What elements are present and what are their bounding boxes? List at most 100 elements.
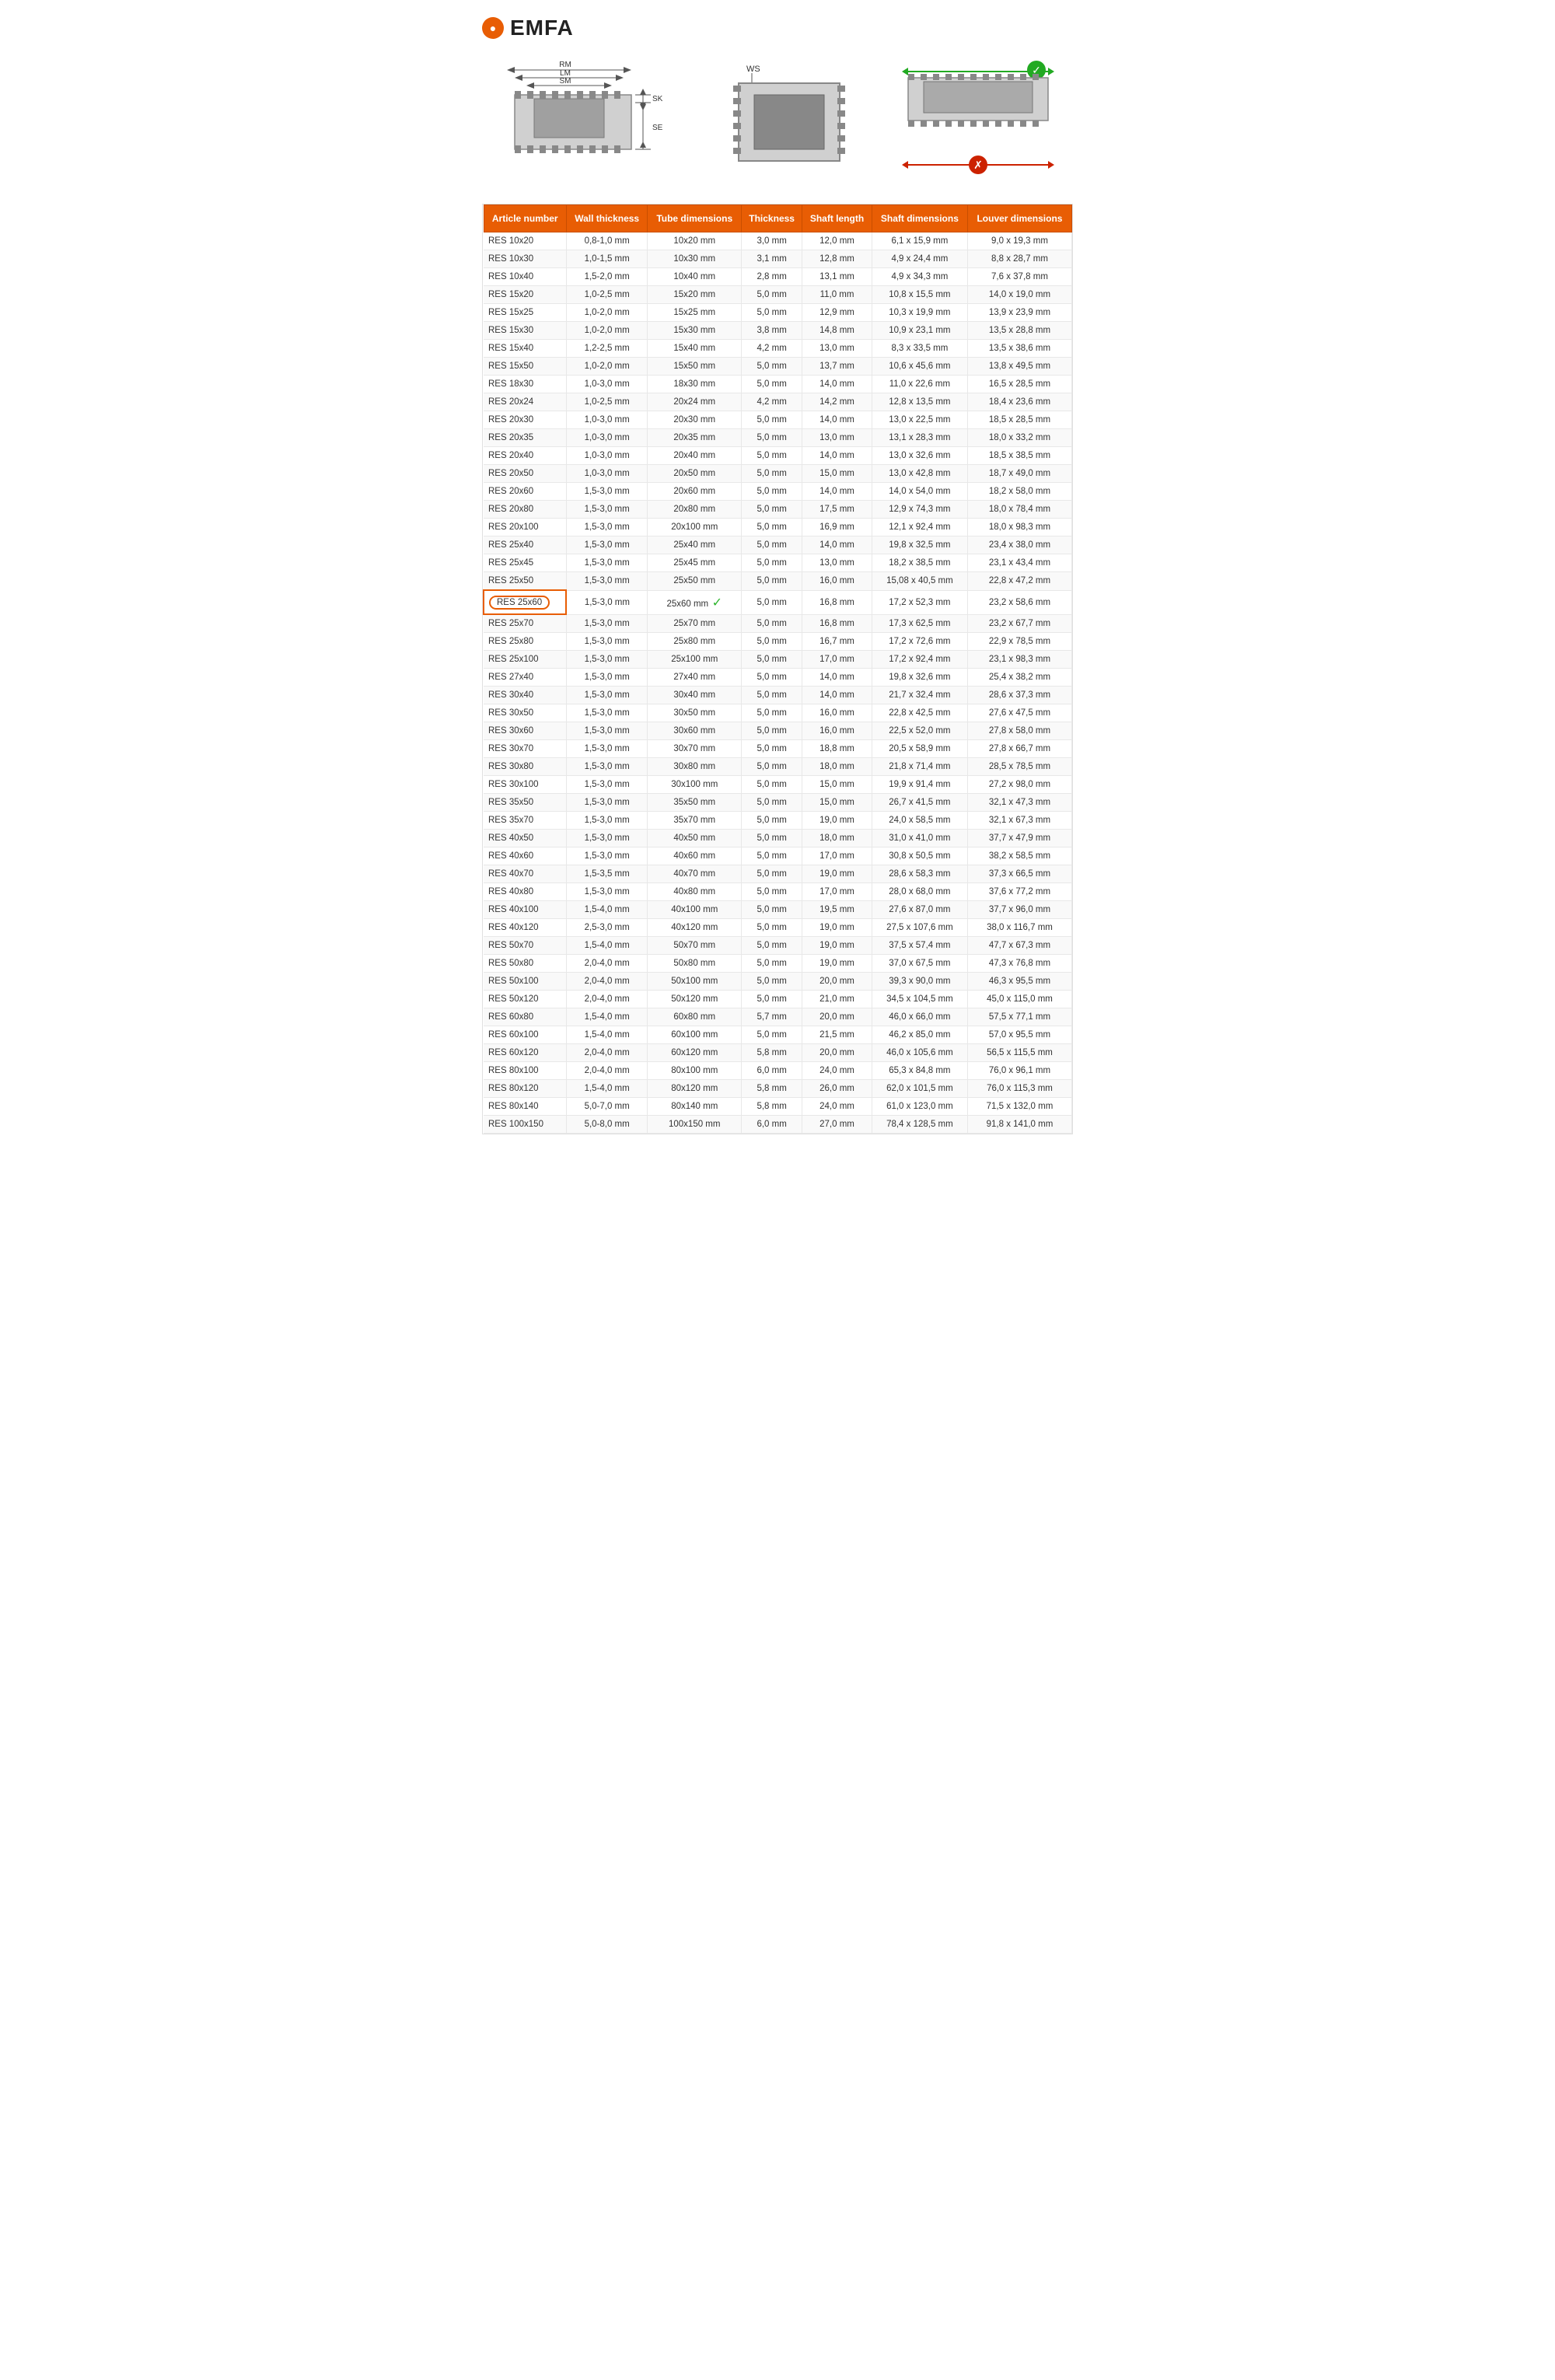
table-row: RES 15x201,0-2,5 mm15x20 mm5,0 mm11,0 mm…	[484, 286, 1072, 304]
table-cell: RES 30x100	[484, 776, 566, 794]
table-cell: 2,0-4,0 mm	[566, 1044, 647, 1062]
table-row: RES 20x1001,5-3,0 mm20x100 mm5,0 mm16,9 …	[484, 519, 1072, 536]
table-cell: 12,9 x 74,3 mm	[872, 501, 967, 519]
table-cell: 1,5-3,0 mm	[566, 519, 647, 536]
table-cell: 5,0 mm	[742, 614, 802, 633]
table-cell: 17,0 mm	[802, 848, 872, 865]
table-row: RES 25x701,5-3,0 mm25x70 mm5,0 mm16,8 mm…	[484, 614, 1072, 633]
table-row: RES 15x501,0-2,0 mm15x50 mm5,0 mm13,7 mm…	[484, 358, 1072, 376]
table-cell: 19,0 mm	[802, 919, 872, 937]
table-cell: 25x45 mm	[648, 554, 742, 572]
table-cell: 1,0-3,0 mm	[566, 447, 647, 465]
table-cell: RES 60x80	[484, 1008, 566, 1026]
table-cell: 20x50 mm	[648, 465, 742, 483]
table-cell: 40x100 mm	[648, 901, 742, 919]
table-cell: 21,0 mm	[802, 991, 872, 1008]
table-row: RES 10x301,0-1,5 mm10x30 mm3,1 mm12,8 mm…	[484, 250, 1072, 268]
table-cell: 45,0 x 115,0 mm	[967, 991, 1071, 1008]
table-row: RES 80x1002,0-4,0 mm80x100 mm6,0 mm24,0 …	[484, 1062, 1072, 1080]
table-cell: 40x50 mm	[648, 830, 742, 848]
table-cell: 16,0 mm	[802, 572, 872, 591]
table-cell: 1,0-2,5 mm	[566, 393, 647, 411]
table-cell: 9,0 x 19,3 mm	[967, 232, 1071, 250]
table-cell: 8,8 x 28,7 mm	[967, 250, 1071, 268]
table-cell: 25,4 x 38,2 mm	[967, 669, 1071, 687]
table-cell: 5,8 mm	[742, 1098, 802, 1116]
table-cell: 27,6 x 47,5 mm	[967, 704, 1071, 722]
table-cell: 18,7 x 49,0 mm	[967, 465, 1071, 483]
table-row: RES 18x301,0-3,0 mm18x30 mm5,0 mm14,0 mm…	[484, 376, 1072, 393]
table-cell: 1,0-2,5 mm	[566, 286, 647, 304]
table-cell: 5,0 mm	[742, 973, 802, 991]
table-cell: 5,8 mm	[742, 1080, 802, 1098]
table-cell: 57,5 x 77,1 mm	[967, 1008, 1071, 1026]
table-cell: 5,0 mm	[742, 722, 802, 740]
table-cell: RES 27x40	[484, 669, 566, 687]
table-row: RES 60x801,5-4,0 mm60x80 mm5,7 mm20,0 mm…	[484, 1008, 1072, 1026]
table-cell: 30x60 mm	[648, 722, 742, 740]
table-cell: 4,2 mm	[742, 340, 802, 358]
table-cell: 23,2 x 67,7 mm	[967, 614, 1071, 633]
table-cell: RES 25x80	[484, 633, 566, 651]
table-cell: 39,3 x 90,0 mm	[872, 973, 967, 991]
table-cell: 2,0-4,0 mm	[566, 1062, 647, 1080]
table-cell: 1,5-3,0 mm	[566, 830, 647, 848]
table-cell: 20x24 mm	[648, 393, 742, 411]
table-cell: 47,3 x 76,8 mm	[967, 955, 1071, 973]
table-cell: 71,5 x 132,0 mm	[967, 1098, 1071, 1116]
table-cell: RES 40x50	[484, 830, 566, 848]
table-cell: 28,0 x 68,0 mm	[872, 883, 967, 901]
table-row: RES 20x801,5-3,0 mm20x80 mm5,0 mm17,5 mm…	[484, 501, 1072, 519]
table-cell: RES 20x60	[484, 483, 566, 501]
table-cell: RES 35x70	[484, 812, 566, 830]
table-cell: 17,0 mm	[802, 883, 872, 901]
table-cell: 65,3 x 84,8 mm	[872, 1062, 967, 1080]
table-cell: 25x50 mm	[648, 572, 742, 591]
table-cell: 26,7 x 41,5 mm	[872, 794, 967, 812]
table-cell: 80x100 mm	[648, 1062, 742, 1080]
table-row: RES 40x1202,5-3,0 mm40x120 mm5,0 mm19,0 …	[484, 919, 1072, 937]
table-cell: 23,1 x 43,4 mm	[967, 554, 1071, 572]
table-row: RES 25x401,5-3,0 mm25x40 mm5,0 mm14,0 mm…	[484, 536, 1072, 554]
table-cell: 14,0 mm	[802, 411, 872, 429]
table-cell: 13,7 mm	[802, 358, 872, 376]
table-row: RES 50x1002,0-4,0 mm50x100 mm5,0 mm20,0 …	[484, 973, 1072, 991]
table-cell: 46,0 x 66,0 mm	[872, 1008, 967, 1026]
table-cell: 13,0 x 22,5 mm	[872, 411, 967, 429]
table-cell: 22,9 x 78,5 mm	[967, 633, 1071, 651]
table-cell: 19,9 x 91,4 mm	[872, 776, 967, 794]
table-cell: 13,0 mm	[802, 554, 872, 572]
table-cell: 1,5-4,0 mm	[566, 1080, 647, 1098]
table-row: RES 80x1405,0-7,0 mm80x140 mm5,8 mm24,0 …	[484, 1098, 1072, 1116]
table-cell: 18,0 x 33,2 mm	[967, 429, 1071, 447]
table-cell: 62,0 x 101,5 mm	[872, 1080, 967, 1098]
table-cell: RES 10x20	[484, 232, 566, 250]
table-row: RES 30x701,5-3,0 mm30x70 mm5,0 mm18,8 mm…	[484, 740, 1072, 758]
table-cell: 40x120 mm	[648, 919, 742, 937]
table-row: RES 50x1202,0-4,0 mm50x120 mm5,0 mm21,0 …	[484, 991, 1072, 1008]
table-row: RES 25x451,5-3,0 mm25x45 mm5,0 mm13,0 mm…	[484, 554, 1072, 572]
table-row: RES 20x501,0-3,0 mm20x50 mm5,0 mm15,0 mm…	[484, 465, 1072, 483]
table-cell: 13,0 x 32,6 mm	[872, 447, 967, 465]
table-cell: 6,0 mm	[742, 1116, 802, 1134]
table-cell: 76,0 x 115,3 mm	[967, 1080, 1071, 1098]
table-cell: 13,0 x 42,8 mm	[872, 465, 967, 483]
table-cell: 1,5-3,0 mm	[566, 740, 647, 758]
table-cell: 17,2 x 92,4 mm	[872, 651, 967, 669]
table-cell: 35x70 mm	[648, 812, 742, 830]
table-cell: 16,5 x 28,5 mm	[967, 376, 1071, 393]
table-cell: 15,0 mm	[802, 465, 872, 483]
table-cell: 5,8 mm	[742, 1044, 802, 1062]
table-cell: 18,5 x 38,5 mm	[967, 447, 1071, 465]
logo-icon-inner: ●	[490, 22, 496, 34]
table-cell: RES 15x40	[484, 340, 566, 358]
table-cell: RES 25x45	[484, 554, 566, 572]
table-cell: 1,5-3,0 mm	[566, 812, 647, 830]
svg-text:RM: RM	[559, 61, 571, 69]
table-cell: 2,0-4,0 mm	[566, 973, 647, 991]
table-cell: 37,7 x 96,0 mm	[967, 901, 1071, 919]
table-cell: 1,5-3,0 mm	[566, 572, 647, 591]
table-cell: RES 40x60	[484, 848, 566, 865]
table-cell: 5,0 mm	[742, 865, 802, 883]
table-cell: 50x70 mm	[648, 937, 742, 955]
